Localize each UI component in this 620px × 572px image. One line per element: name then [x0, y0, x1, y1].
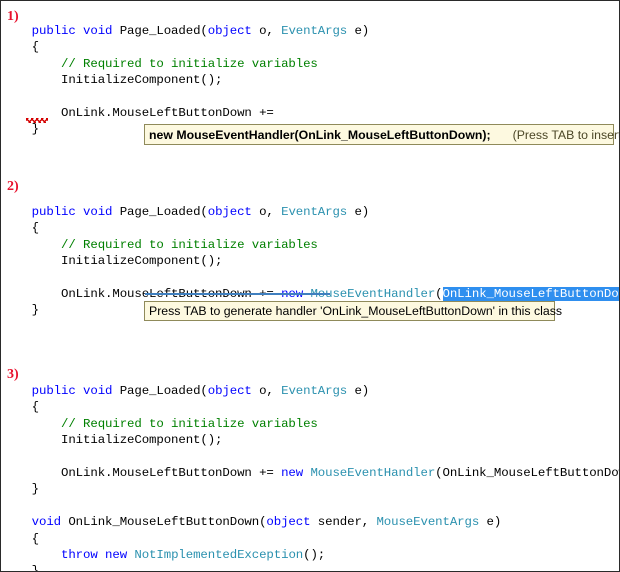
code-token: }	[17, 122, 40, 137]
code-token: e)	[347, 24, 370, 38]
code-token: public void	[31, 24, 113, 38]
code-token: e)	[479, 515, 502, 530]
code-line: OnLink.MouseLeftButtonDown +=	[17, 105, 369, 121]
screenshot-root: 1) public void Page_Loaded(object o, Eve…	[0, 0, 620, 572]
code-line: void OnLink_MouseLeftButtonDown(object s…	[17, 514, 619, 530]
code-token: e)	[347, 205, 370, 219]
code-token: // Required to initialize variables	[61, 416, 318, 431]
code-token: MouseEventHandler	[310, 465, 436, 480]
code-line: public void Page_Loaded(object o, EventA…	[17, 204, 619, 220]
code-token: new	[281, 465, 304, 480]
code-token: {	[17, 531, 40, 546]
code-token: {	[17, 400, 40, 415]
code-line: OnLink.MouseLeftButtonDown += new MouseE…	[17, 465, 619, 481]
code-token: OnLink.MouseLeftButtonDown +=	[17, 465, 282, 480]
code-line: public void Page_Loaded(object o, EventA…	[17, 383, 619, 399]
code-token: object	[207, 205, 252, 219]
code-token: EventArgs	[281, 24, 348, 38]
code-token: Page_Loaded(	[112, 205, 208, 219]
code-token: Page_Loaded(	[112, 24, 208, 38]
code-block-step-3: public void Page_Loaded(object o, EventA…	[17, 383, 619, 572]
code-line: }	[17, 563, 619, 572]
code-token: }	[17, 564, 40, 572]
code-line: // Required to initialize variables	[17, 56, 369, 72]
code-token: EventArgs	[281, 384, 348, 398]
code-line: InitializeComponent();	[17, 432, 619, 448]
code-line: throw new NotImplementedException();	[17, 547, 619, 563]
code-token: }	[17, 482, 40, 497]
intellisense-insert-tooltip[interactable]: new MouseEventHandler(OnLink_MouseLeftBu…	[144, 124, 619, 145]
code-line: {	[17, 399, 619, 415]
code-token: }	[17, 303, 40, 318]
code-token: ();	[303, 547, 326, 562]
code-token: NotImplementedException	[134, 547, 304, 562]
code-token: o,	[251, 24, 282, 38]
selected-token[interactable]: OnLink_MouseLeftButtonDown	[442, 286, 619, 301]
code-token: // Required to initialize variables	[61, 237, 318, 252]
code-token: EventArgs	[281, 205, 348, 219]
code-token: // Required to initialize variables	[61, 56, 318, 71]
code-token: OnLink_MouseLeftButtonDown(	[61, 515, 267, 530]
code-line: // Required to initialize variables	[17, 416, 619, 432]
code-token: InitializeComponent();	[17, 254, 223, 269]
code-token: InitializeComponent();	[17, 73, 223, 88]
code-token: o,	[251, 205, 282, 219]
code-token: Page_Loaded(	[112, 384, 208, 398]
error-squiggle-icon	[26, 118, 48, 123]
code-line: InitializeComponent();	[17, 72, 369, 88]
smart-tag-underline[interactable]	[145, 293, 330, 295]
tooltip-press-tab-hint: (Press TAB to insert)	[512, 127, 620, 142]
code-token: (	[435, 286, 443, 301]
tooltip-snippet-text: new MouseEventHandler(OnLink_MouseLeftBu…	[149, 127, 491, 142]
tooltip-message-text: Press TAB to generate handler 'OnLink_Mo…	[149, 304, 562, 318]
code-line: public void Page_Loaded(object o, EventA…	[17, 23, 370, 39]
code-token: o,	[251, 384, 282, 398]
code-token: object	[207, 384, 252, 398]
code-token: sender,	[310, 515, 377, 530]
code-token: MouseEventArgs	[376, 515, 480, 530]
step-label-3: 3)	[7, 367, 19, 382]
code-token: public void	[31, 205, 113, 219]
code-token: e)	[347, 384, 370, 398]
code-line: {	[17, 531, 619, 547]
code-line: {	[17, 220, 619, 236]
code-line: InitializeComponent();	[17, 253, 619, 269]
code-token: object	[207, 24, 252, 38]
code-token: public void	[31, 384, 113, 398]
code-token: {	[17, 221, 40, 236]
code-token: (OnLink_MouseLeftButtonDown);	[435, 465, 619, 480]
code-line: // Required to initialize variables	[17, 237, 619, 253]
code-token: void	[31, 515, 62, 530]
intellisense-generate-handler-tooltip[interactable]: Press TAB to generate handler 'OnLink_Mo…	[144, 301, 562, 321]
code-token: InitializeComponent();	[17, 433, 223, 448]
code-line: }	[17, 481, 619, 497]
code-token: {	[17, 40, 40, 55]
step-label-2: 2)	[7, 179, 19, 194]
code-block-step-1: public void Page_Loaded(object o, EventA…	[17, 23, 370, 138]
code-line: {	[17, 39, 369, 55]
code-token: OnLink.MouseLeftButtonDown +=	[17, 105, 274, 120]
code-token: throw new	[61, 547, 128, 562]
code-token: object	[266, 515, 311, 530]
